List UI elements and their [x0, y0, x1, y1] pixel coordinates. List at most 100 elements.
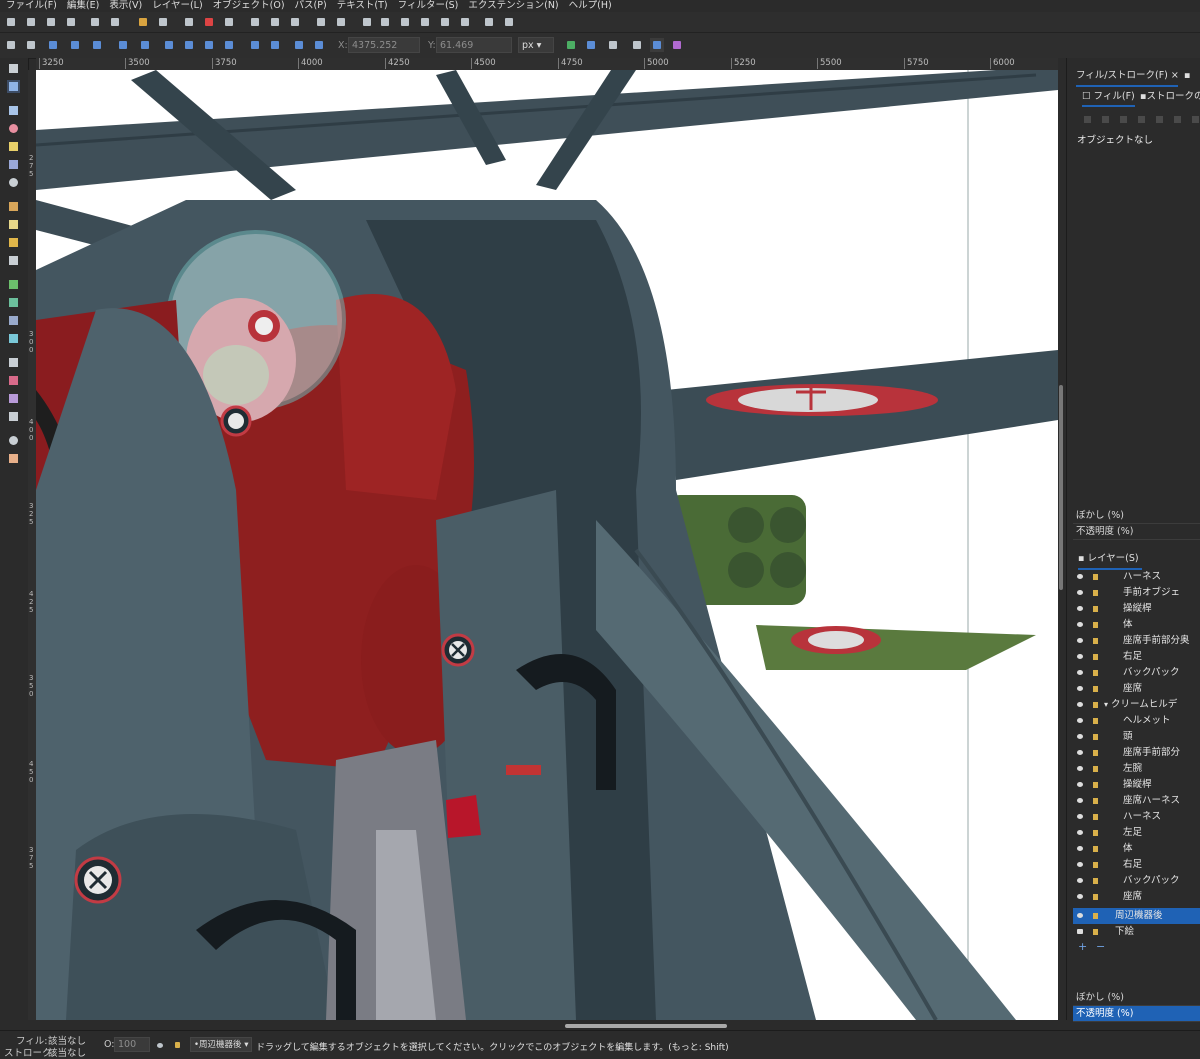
undo-icon[interactable]: [136, 15, 150, 29]
spiral-tool-icon[interactable]: [7, 176, 20, 189]
tab-stroke-paint[interactable]: ▪ストロークの塗: [1140, 89, 1200, 105]
lock-icon[interactable]: [1093, 622, 1098, 628]
zoom-tool-icon[interactable]: [7, 434, 20, 447]
layer-row[interactable]: ヘルメット: [1073, 713, 1200, 729]
paint-none-icon[interactable]: [1084, 116, 1091, 123]
lock-icon[interactable]: [1093, 574, 1098, 580]
layer-row[interactable]: 座席: [1073, 681, 1200, 697]
paint-mesh-icon[interactable]: [1156, 116, 1163, 123]
tab-extra-icon[interactable]: ▪: [1184, 67, 1200, 85]
redo-icon[interactable]: [156, 15, 170, 29]
insert-node-icon[interactable]: [46, 38, 60, 52]
document-properties-icon[interactable]: [482, 15, 496, 29]
smooth-node-icon[interactable]: [182, 38, 196, 52]
3d-box-tool-icon[interactable]: [7, 158, 20, 171]
zoom-page-icon[interactable]: [288, 15, 302, 29]
object-to-path-icon[interactable]: [292, 38, 306, 52]
lock-icon[interactable]: [1093, 718, 1098, 724]
eye-icon[interactable]: [1077, 862, 1083, 867]
lock-icon[interactable]: [1093, 782, 1098, 788]
pencil-tool-icon[interactable]: [7, 200, 20, 213]
copy-icon[interactable]: [182, 15, 196, 29]
layer-row[interactable]: 座席手前部分奥: [1073, 633, 1200, 649]
clone-icon[interactable]: [334, 15, 348, 29]
menu-edit[interactable]: 編集(E): [61, 0, 103, 12]
vertical-scrollbar-thumb[interactable]: [1059, 385, 1063, 590]
cut-icon[interactable]: [202, 15, 216, 29]
lock-icon[interactable]: [1093, 702, 1098, 708]
import-icon[interactable]: [88, 15, 102, 29]
layer-row[interactable]: 手前オブジェ: [1073, 585, 1200, 601]
eye-icon[interactable]: [1077, 750, 1083, 755]
drawing-canvas[interactable]: [36, 70, 1058, 1020]
menu-layer[interactable]: レイヤー(L): [146, 0, 206, 12]
preferences-icon[interactable]: [502, 15, 516, 29]
zoom-drawing-icon[interactable]: [268, 15, 282, 29]
layer-row[interactable]: 体: [1073, 841, 1200, 857]
fill-stroke-icon[interactable]: [458, 15, 472, 29]
layer-row[interactable]: 下絵: [1073, 924, 1200, 940]
layer-row[interactable]: 右足: [1073, 857, 1200, 873]
dropper-tool-icon[interactable]: [7, 314, 20, 327]
gradient-tool-icon[interactable]: [7, 278, 20, 291]
show-clip-path-icon[interactable]: [630, 38, 644, 52]
eye-icon[interactable]: [1077, 894, 1083, 899]
lock-icon[interactable]: [1093, 913, 1098, 919]
show-bezier-handles-icon[interactable]: [584, 38, 598, 52]
select-all-icon[interactable]: [4, 38, 18, 52]
x-coordinate-field[interactable]: 4375.252: [348, 37, 420, 53]
opacity-status-field[interactable]: 100: [114, 1037, 150, 1052]
object-properties-icon[interactable]: [418, 15, 432, 29]
paint-linear-icon[interactable]: [1120, 116, 1127, 123]
paint-radial-icon[interactable]: [1138, 116, 1145, 123]
lock-icon[interactable]: [1093, 814, 1098, 820]
new-document-icon[interactable]: [4, 15, 18, 29]
eye-icon[interactable]: [1077, 913, 1083, 918]
segment-line-icon[interactable]: [248, 38, 262, 52]
node-tool-icon[interactable]: [7, 80, 20, 93]
add-layer-button[interactable]: +: [1078, 940, 1087, 953]
auto-smooth-icon[interactable]: [222, 38, 236, 52]
show-transform-handles-icon[interactable]: [564, 38, 578, 52]
print-icon[interactable]: [64, 15, 78, 29]
join-segment-icon[interactable]: [138, 38, 152, 52]
lock-icon[interactable]: [1093, 670, 1098, 676]
lock-icon[interactable]: [1093, 862, 1098, 868]
star-tool-icon[interactable]: [7, 140, 20, 153]
tab-fill[interactable]: ☐ フィル(F): [1082, 89, 1135, 107]
eye-icon[interactable]: [1077, 574, 1083, 579]
dropdown-icon[interactable]: [24, 38, 38, 52]
layer-row[interactable]: 操縦桿: [1073, 601, 1200, 617]
menu-view[interactable]: 表示(V): [103, 0, 146, 12]
layer-row[interactable]: 座席ハーネス: [1073, 793, 1200, 809]
spray-tool-icon[interactable]: [7, 374, 20, 387]
layer-row[interactable]: バックパック: [1073, 873, 1200, 889]
align-icon[interactable]: [438, 15, 452, 29]
eye-icon[interactable]: [1077, 702, 1083, 707]
lock-icon[interactable]: [1093, 590, 1098, 596]
layer-row[interactable]: 座席手前部分: [1073, 745, 1200, 761]
unit-select[interactable]: px ▾: [518, 37, 554, 53]
lock-icon[interactable]: [1093, 798, 1098, 804]
eye-icon[interactable]: [1077, 606, 1083, 611]
lock-icon[interactable]: [1093, 894, 1098, 900]
zoom-selection-icon[interactable]: [248, 15, 262, 29]
show-mask-icon[interactable]: [650, 38, 664, 52]
open-icon[interactable]: [24, 15, 38, 29]
layer-row[interactable]: 座席: [1073, 889, 1200, 905]
opacity-field-2[interactable]: 不透明度 (%): [1073, 1006, 1200, 1022]
layer-group-row[interactable]: ▾ クリームヒルデ: [1073, 697, 1200, 713]
text-font-icon[interactable]: [378, 15, 392, 29]
current-layer-select[interactable]: •周辺機器後 ▾: [190, 1037, 252, 1052]
expander-triangle-icon[interactable]: ▾: [1104, 697, 1108, 713]
layer-row[interactable]: 操縦桿: [1073, 777, 1200, 793]
cusp-node-icon[interactable]: [162, 38, 176, 52]
layer-row[interactable]: 右足: [1073, 649, 1200, 665]
paste-icon[interactable]: [222, 15, 236, 29]
eye-icon[interactable]: [1077, 846, 1083, 851]
lock-icon[interactable]: [1093, 686, 1098, 692]
lock-icon[interactable]: [172, 1039, 186, 1053]
paint-unset-icon[interactable]: [1192, 116, 1199, 123]
eye-icon[interactable]: [1077, 814, 1083, 819]
eye-icon[interactable]: [1077, 734, 1083, 739]
